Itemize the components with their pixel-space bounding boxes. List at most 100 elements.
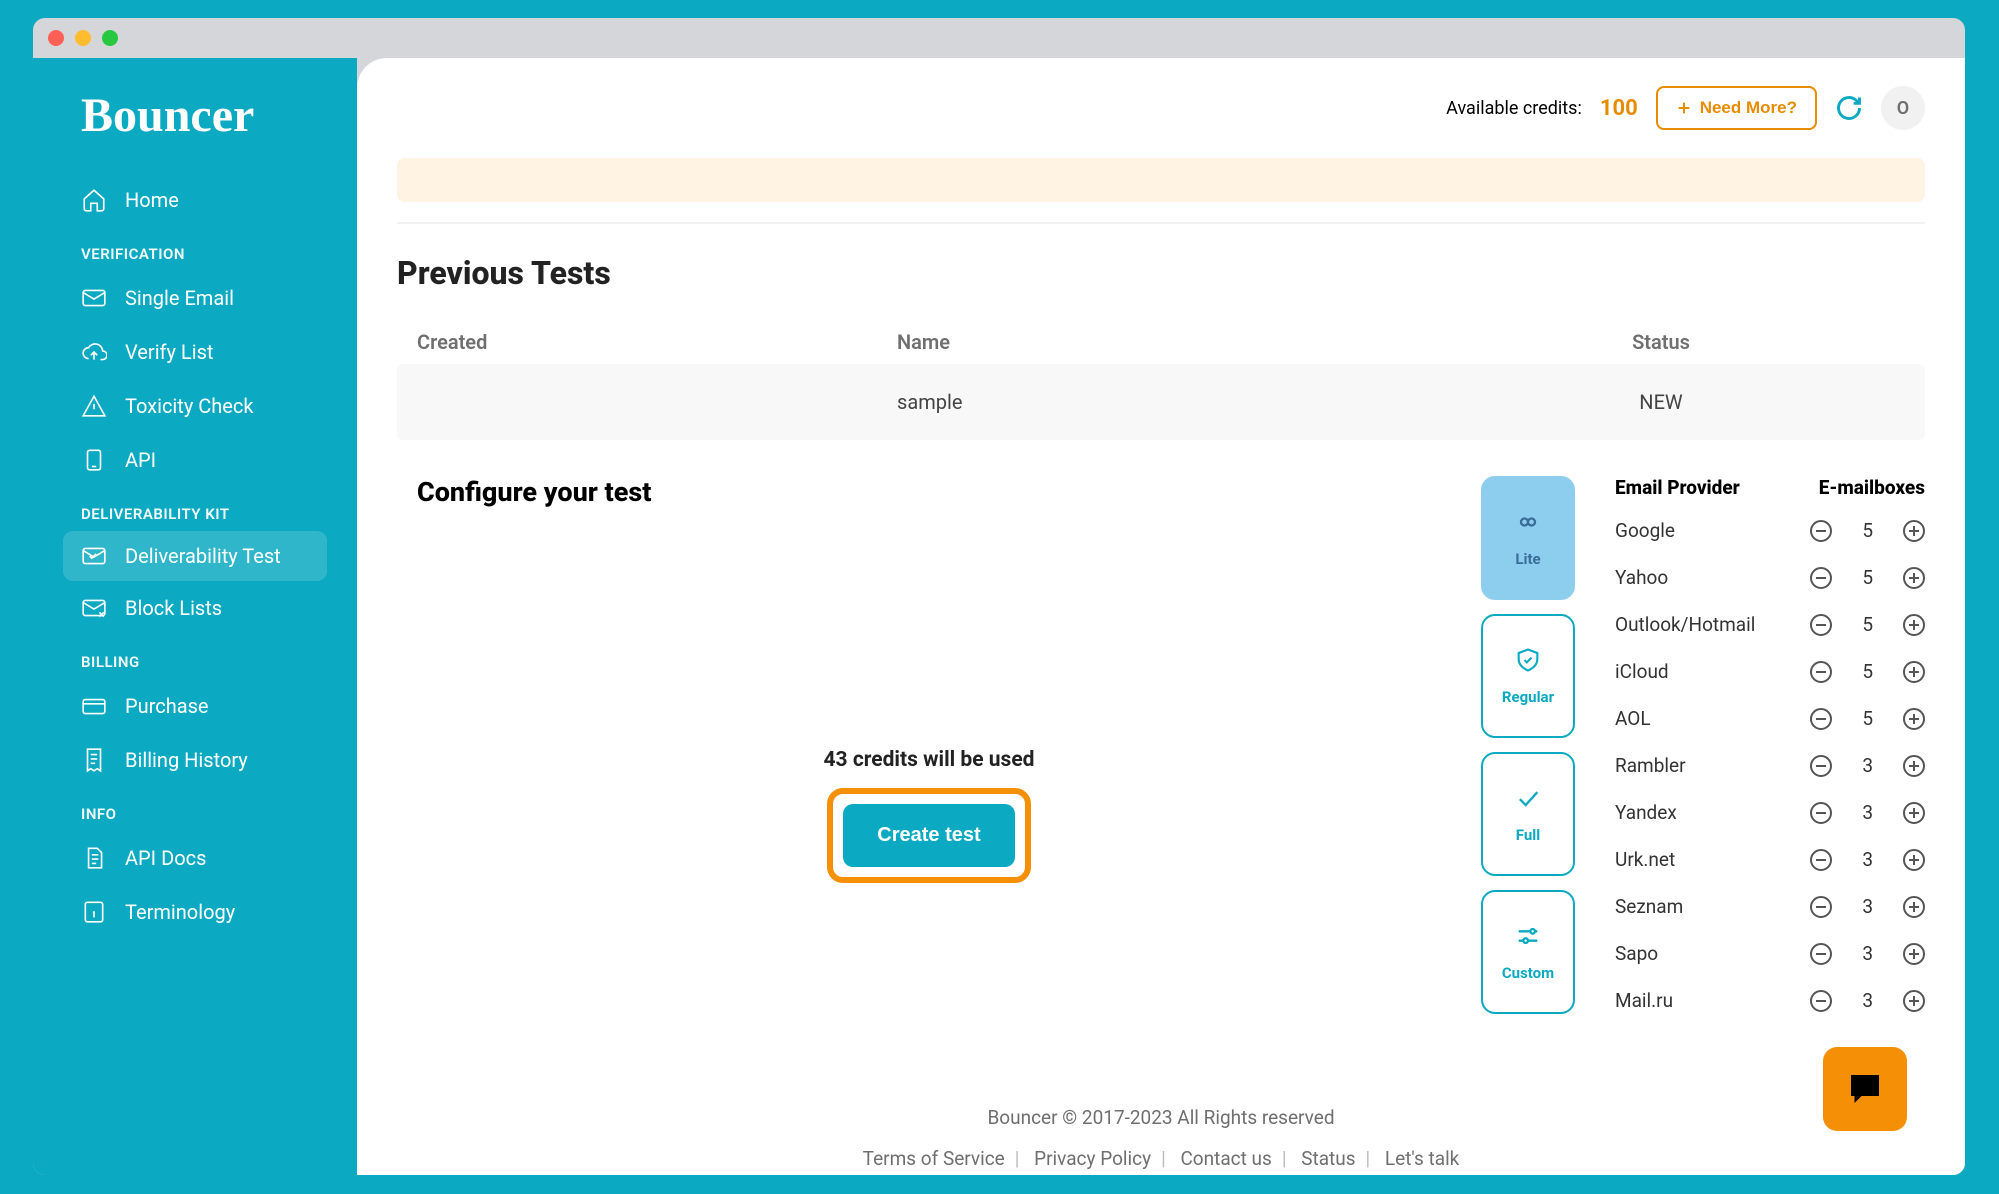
create-test-highlight: Create test	[827, 788, 1030, 883]
envelope-icon	[81, 285, 107, 311]
table-row[interactable]: sample NEW	[397, 364, 1925, 440]
increment-button[interactable]	[1903, 896, 1925, 918]
chat-button[interactable]	[1823, 1047, 1907, 1131]
increment-button[interactable]	[1903, 943, 1925, 965]
mailbox-count: 5	[1862, 660, 1873, 683]
increment-button[interactable]	[1903, 614, 1925, 636]
sidebar: Bouncer Home VERIFICATION Single Email V…	[33, 58, 357, 1175]
nav-toxicity-check[interactable]: Toxicity Check	[53, 379, 337, 433]
providers-header: Email Provider E-mailboxes	[1615, 476, 1925, 499]
configure-section: Configure your test 43 credits will be u…	[397, 476, 1925, 1036]
tier-lite[interactable]: Lite	[1481, 476, 1575, 600]
avatar-initial: O	[1897, 98, 1909, 119]
receipt-icon	[81, 747, 107, 773]
nav-block-lists[interactable]: Block Lists	[53, 581, 337, 635]
table-header: Created Name Status	[397, 320, 1925, 364]
need-more-button[interactable]: Need More?	[1656, 86, 1817, 130]
nav-terminology[interactable]: Terminology	[53, 885, 337, 939]
provider-row: Urk.net 3	[1615, 848, 1925, 871]
mailbox-count: 5	[1862, 566, 1873, 589]
increment-button[interactable]	[1903, 567, 1925, 589]
decrement-button[interactable]	[1810, 661, 1832, 683]
increment-button[interactable]	[1903, 849, 1925, 871]
create-test-button[interactable]: Create test	[843, 804, 1014, 867]
decrement-button[interactable]	[1810, 567, 1832, 589]
provider-row: Google 5	[1615, 519, 1925, 542]
tier-regular[interactable]: Regular	[1481, 614, 1575, 738]
decrement-button[interactable]	[1810, 520, 1832, 542]
tier-label: Full	[1516, 826, 1540, 844]
provider-name: AOL	[1615, 707, 1651, 730]
link-status[interactable]: Status	[1291, 1147, 1365, 1170]
increment-button[interactable]	[1903, 802, 1925, 824]
nav-api[interactable]: API	[53, 433, 337, 487]
copyright: Bouncer © 2017-2023 All Rights reserved	[387, 1106, 1935, 1129]
provider-row: Yandex 3	[1615, 801, 1925, 824]
page-title: Previous Tests	[397, 254, 1925, 292]
credits-amount: 100	[1600, 96, 1638, 121]
reload-button[interactable]	[1835, 94, 1863, 122]
provider-name: Yandex	[1615, 801, 1677, 824]
decrement-button[interactable]	[1810, 943, 1832, 965]
decrement-button[interactable]	[1810, 896, 1832, 918]
need-more-label: Need More?	[1700, 98, 1797, 118]
mailbox-count: 3	[1862, 942, 1873, 965]
close-window-icon[interactable]	[48, 30, 64, 46]
nav-label: Toxicity Check	[125, 394, 254, 418]
device-icon	[81, 447, 107, 473]
link-talk[interactable]: Let's talk	[1375, 1147, 1469, 1170]
provider-name: Outlook/Hotmail	[1615, 613, 1755, 636]
card-icon	[81, 693, 107, 719]
mailbox-count: 3	[1862, 801, 1873, 824]
increment-button[interactable]	[1903, 520, 1925, 542]
mailbox-count: 5	[1862, 519, 1873, 542]
nav-billing-history[interactable]: Billing History	[53, 733, 337, 787]
link-tos[interactable]: Terms of Service	[853, 1147, 1015, 1170]
nav-label: Deliverability Test	[125, 544, 281, 568]
nav-label: Single Email	[125, 286, 234, 310]
tier-label: Regular	[1502, 688, 1554, 706]
nav-label: API Docs	[125, 846, 206, 870]
nav-label: Purchase	[125, 694, 209, 718]
increment-button[interactable]	[1903, 990, 1925, 1012]
decrement-button[interactable]	[1810, 708, 1832, 730]
nav-label: Block Lists	[125, 596, 222, 620]
nav-api-docs[interactable]: API Docs	[53, 831, 337, 885]
link-contact[interactable]: Contact us	[1170, 1147, 1281, 1170]
nav-verify-list[interactable]: Verify List	[53, 325, 337, 379]
brand-logo[interactable]: Bouncer	[53, 88, 337, 173]
tier-label: Lite	[1515, 550, 1540, 568]
increment-button[interactable]	[1903, 708, 1925, 730]
tier-selector: Lite Regular Full Custom	[1481, 476, 1575, 1014]
provider-row: Rambler 3	[1615, 754, 1925, 777]
nav-purchase[interactable]: Purchase	[53, 679, 337, 733]
minimize-window-icon[interactable]	[75, 30, 91, 46]
nav-single-email[interactable]: Single Email	[53, 271, 337, 325]
tier-full[interactable]: Full	[1481, 752, 1575, 876]
mailbox-count: 3	[1862, 989, 1873, 1012]
warning-icon	[81, 393, 107, 419]
nav-label: Terminology	[125, 900, 235, 924]
provider-name: Yahoo	[1615, 566, 1668, 589]
mailbox-count: 3	[1862, 895, 1873, 918]
nav-deliverability-test[interactable]: Deliverability Test	[63, 531, 327, 581]
home-icon	[81, 187, 107, 213]
nav-home[interactable]: Home	[53, 173, 337, 227]
nav-label: Home	[125, 188, 179, 212]
provider-name: Sapo	[1615, 942, 1658, 965]
decrement-button[interactable]	[1810, 614, 1832, 636]
decrement-button[interactable]	[1810, 849, 1832, 871]
user-avatar[interactable]: O	[1881, 86, 1925, 130]
nav-label: Verify List	[125, 340, 213, 364]
increment-button[interactable]	[1903, 661, 1925, 683]
decrement-button[interactable]	[1810, 990, 1832, 1012]
sliders-icon	[1514, 922, 1542, 950]
mailbox-count: 3	[1862, 754, 1873, 777]
maximize-window-icon[interactable]	[102, 30, 118, 46]
tier-custom[interactable]: Custom	[1481, 890, 1575, 1014]
increment-button[interactable]	[1903, 755, 1925, 777]
decrement-button[interactable]	[1810, 755, 1832, 777]
decrement-button[interactable]	[1810, 802, 1832, 824]
link-privacy[interactable]: Privacy Policy	[1024, 1147, 1161, 1170]
section-billing: BILLING	[53, 635, 337, 679]
